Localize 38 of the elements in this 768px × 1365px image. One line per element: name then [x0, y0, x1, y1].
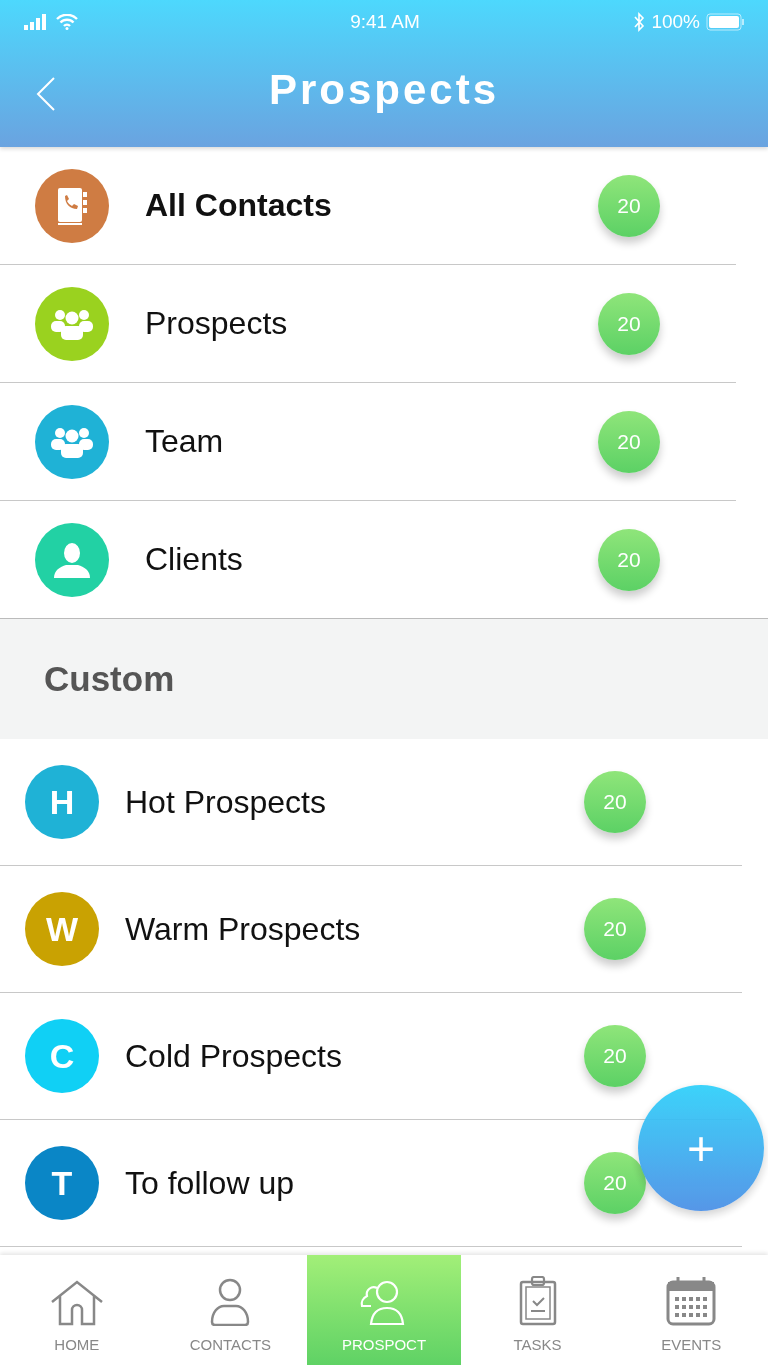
list-label: Hot Prospects: [125, 783, 327, 821]
count-badge: 20: [598, 292, 660, 355]
group-label: Team: [145, 423, 225, 460]
status-time: 9:41 AM: [350, 11, 420, 33]
count-badge: 20: [584, 1025, 646, 1087]
count-badge: 20: [598, 528, 660, 591]
list-label: Warm Prospects: [125, 910, 362, 948]
page-title: Prospects: [268, 66, 500, 114]
tab[interactable]: EVENTS: [614, 1255, 768, 1365]
battery-icon: [706, 13, 746, 31]
clipboard-icon: [517, 1276, 558, 1326]
back-button[interactable]: [36, 76, 56, 112]
letter-avatar: T: [25, 1146, 99, 1220]
letter-avatar: W: [25, 892, 99, 966]
count-badge: 20: [598, 174, 660, 237]
section-title: Custom: [44, 659, 175, 699]
group-label: Clients: [145, 541, 244, 578]
home-icon: [49, 1280, 104, 1326]
group-label: Prospects: [145, 305, 289, 342]
tab[interactable]: CONTACTS: [153, 1255, 308, 1365]
battery-percent: 100%: [651, 11, 700, 33]
add-button[interactable]: +: [638, 1085, 764, 1211]
calendar-icon: [666, 1276, 717, 1326]
count-badge: 20: [598, 410, 660, 473]
group-label: All Contacts: [145, 187, 333, 224]
list-label: Cold Prospects: [125, 1037, 343, 1075]
list-label: To follow up: [125, 1164, 295, 1202]
letter-avatar: H: [25, 765, 99, 839]
person-icon: [209, 1278, 252, 1326]
count-badge: 20: [584, 1152, 646, 1214]
tab[interactable]: PROSPOCT: [307, 1255, 461, 1365]
tab[interactable]: TASKS: [460, 1255, 615, 1365]
letter-avatar: C: [25, 1019, 99, 1093]
count-badge: 20: [584, 771, 646, 833]
wifi-icon: [56, 14, 78, 30]
count-badge: 20: [584, 898, 646, 960]
bluetooth-icon: [633, 12, 646, 32]
tab[interactable]: HOME: [0, 1255, 154, 1365]
